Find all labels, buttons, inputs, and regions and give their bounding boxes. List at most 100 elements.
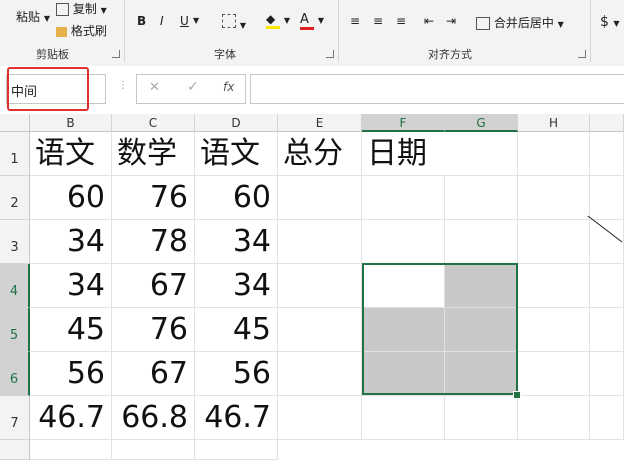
fill-handle[interactable] bbox=[513, 391, 521, 399]
cell-d8[interactable] bbox=[195, 440, 278, 460]
cell-g2[interactable] bbox=[445, 176, 518, 220]
paste-button[interactable]: 粘贴 ▼ bbox=[16, 8, 50, 25]
cell-g4[interactable] bbox=[445, 264, 518, 308]
cell-i5[interactable] bbox=[590, 308, 624, 352]
cell-b8[interactable] bbox=[30, 440, 112, 460]
bold-button[interactable]: B bbox=[137, 14, 146, 28]
cell-c7[interactable]: 66.8 bbox=[112, 396, 195, 440]
row-header-8[interactable] bbox=[0, 440, 30, 460]
copy-button[interactable]: 复制 ▼ bbox=[56, 0, 107, 17]
decrease-indent-button[interactable]: ⇤ bbox=[424, 14, 434, 28]
cell-h6[interactable] bbox=[518, 352, 590, 396]
cell-b2[interactable]: 60 bbox=[30, 176, 112, 220]
cell-d5[interactable]: 45 bbox=[195, 308, 278, 352]
merge-center-button[interactable]: 合并后居中 ▼ bbox=[476, 14, 564, 31]
cell-d2[interactable]: 60 bbox=[195, 176, 278, 220]
insert-function-icon[interactable]: fx bbox=[223, 80, 234, 94]
increase-indent-button[interactable]: ⇥ bbox=[446, 14, 456, 28]
cell-d4[interactable]: 34 bbox=[195, 264, 278, 308]
align-right-button[interactable]: ≡ bbox=[396, 14, 406, 28]
cell-h4[interactable] bbox=[518, 264, 590, 308]
enter-icon[interactable]: ✓ bbox=[187, 79, 199, 95]
cell-b6[interactable]: 56 bbox=[30, 352, 112, 396]
fill-color-button[interactable]: ◆ ▼ bbox=[266, 12, 290, 29]
cell-h2[interactable] bbox=[518, 176, 590, 220]
cell-b5[interactable]: 45 bbox=[30, 308, 112, 352]
cell-h3[interactable] bbox=[518, 220, 590, 264]
currency-button[interactable]: $ ▼ bbox=[600, 14, 620, 30]
cell-b7[interactable]: 46.7 bbox=[30, 396, 112, 440]
cell-g7[interactable] bbox=[445, 396, 518, 440]
cell-d1[interactable]: 语文 bbox=[195, 132, 278, 176]
row-header-6[interactable]: 6 bbox=[0, 352, 30, 396]
cell-d3[interactable]: 34 bbox=[195, 220, 278, 264]
cell-d7[interactable]: 46.7 bbox=[195, 396, 278, 440]
name-box-dropdown-icon[interactable]: ⋮ bbox=[118, 80, 128, 91]
align-left-button[interactable]: ≡ bbox=[350, 14, 360, 28]
cancel-icon[interactable]: ✕ bbox=[149, 80, 160, 95]
cell-g6[interactable] bbox=[445, 352, 518, 396]
row-header-5[interactable]: 5 bbox=[0, 308, 30, 352]
cell-h7[interactable] bbox=[518, 396, 590, 440]
cell-b3[interactable]: 34 bbox=[30, 220, 112, 264]
alignment-dialog-launcher-icon[interactable] bbox=[578, 50, 586, 58]
cell-g1[interactable] bbox=[445, 132, 518, 176]
formula-input[interactable] bbox=[250, 74, 624, 104]
cell-f5[interactable] bbox=[362, 308, 445, 352]
cell-b1[interactable]: 语文 bbox=[30, 132, 112, 176]
cell-i7[interactable] bbox=[590, 396, 624, 440]
cell-c6[interactable]: 67 bbox=[112, 352, 195, 396]
cell-b4[interactable]: 34 bbox=[30, 264, 112, 308]
cell-d6[interactable]: 56 bbox=[195, 352, 278, 396]
chevron-down-icon[interactable]: ▼ bbox=[193, 16, 199, 25]
row-header-4[interactable]: 4 bbox=[0, 264, 30, 308]
cell-h5[interactable] bbox=[518, 308, 590, 352]
cell-e4[interactable] bbox=[278, 264, 362, 308]
italic-button[interactable]: I bbox=[160, 14, 164, 28]
cell-e2[interactable] bbox=[278, 176, 362, 220]
cell-c4[interactable]: 67 bbox=[112, 264, 195, 308]
align-center-button[interactable]: ≡ bbox=[373, 14, 383, 28]
column-header-c[interactable]: C bbox=[112, 114, 195, 132]
column-header-d[interactable]: D bbox=[195, 114, 278, 132]
border-button[interactable]: ▼ bbox=[222, 14, 246, 31]
column-header-f[interactable]: F bbox=[362, 114, 445, 132]
cell-f2[interactable] bbox=[362, 176, 445, 220]
select-all-corner[interactable] bbox=[0, 114, 30, 132]
cell-f1[interactable]: 日期 bbox=[362, 132, 445, 176]
cell-e7[interactable] bbox=[278, 396, 362, 440]
cell-c3[interactable]: 78 bbox=[112, 220, 195, 264]
format-painter-button[interactable]: 格式刷 bbox=[56, 22, 107, 39]
cell-e6[interactable] bbox=[278, 352, 362, 396]
line-shape[interactable] bbox=[586, 214, 624, 254]
cell-c5[interactable]: 76 bbox=[112, 308, 195, 352]
cell-i1[interactable] bbox=[590, 132, 624, 176]
cell-h1[interactable] bbox=[518, 132, 590, 176]
column-header-e[interactable]: E bbox=[278, 114, 362, 132]
row-header-3[interactable]: 3 bbox=[0, 220, 30, 264]
font-dialog-launcher-icon[interactable] bbox=[326, 50, 334, 58]
cell-e1[interactable]: 总分 bbox=[278, 132, 362, 176]
clipboard-dialog-launcher-icon[interactable] bbox=[112, 50, 120, 58]
cell-f4[interactable] bbox=[362, 264, 445, 308]
column-header-b[interactable]: B bbox=[30, 114, 112, 132]
cell-g3[interactable] bbox=[445, 220, 518, 264]
cell-e3[interactable] bbox=[278, 220, 362, 264]
cell-c8[interactable] bbox=[112, 440, 195, 460]
row-header-2[interactable]: 2 bbox=[0, 176, 30, 220]
font-color-button[interactable]: A ▼ bbox=[300, 12, 324, 30]
cell-f6[interactable] bbox=[362, 352, 445, 396]
cell-c1[interactable]: 数学 bbox=[112, 132, 195, 176]
row-header-1[interactable]: 1 bbox=[0, 132, 30, 176]
cell-f3[interactable] bbox=[362, 220, 445, 264]
cell-c2[interactable]: 76 bbox=[112, 176, 195, 220]
column-header-h[interactable]: H bbox=[518, 114, 590, 132]
cell-i4[interactable] bbox=[590, 264, 624, 308]
cell-f7[interactable] bbox=[362, 396, 445, 440]
row-header-7[interactable]: 7 bbox=[0, 396, 30, 440]
column-header-blank[interactable] bbox=[590, 114, 624, 132]
cell-g5[interactable] bbox=[445, 308, 518, 352]
cell-i6[interactable] bbox=[590, 352, 624, 396]
column-header-g[interactable]: G bbox=[445, 114, 518, 132]
cell-e5[interactable] bbox=[278, 308, 362, 352]
